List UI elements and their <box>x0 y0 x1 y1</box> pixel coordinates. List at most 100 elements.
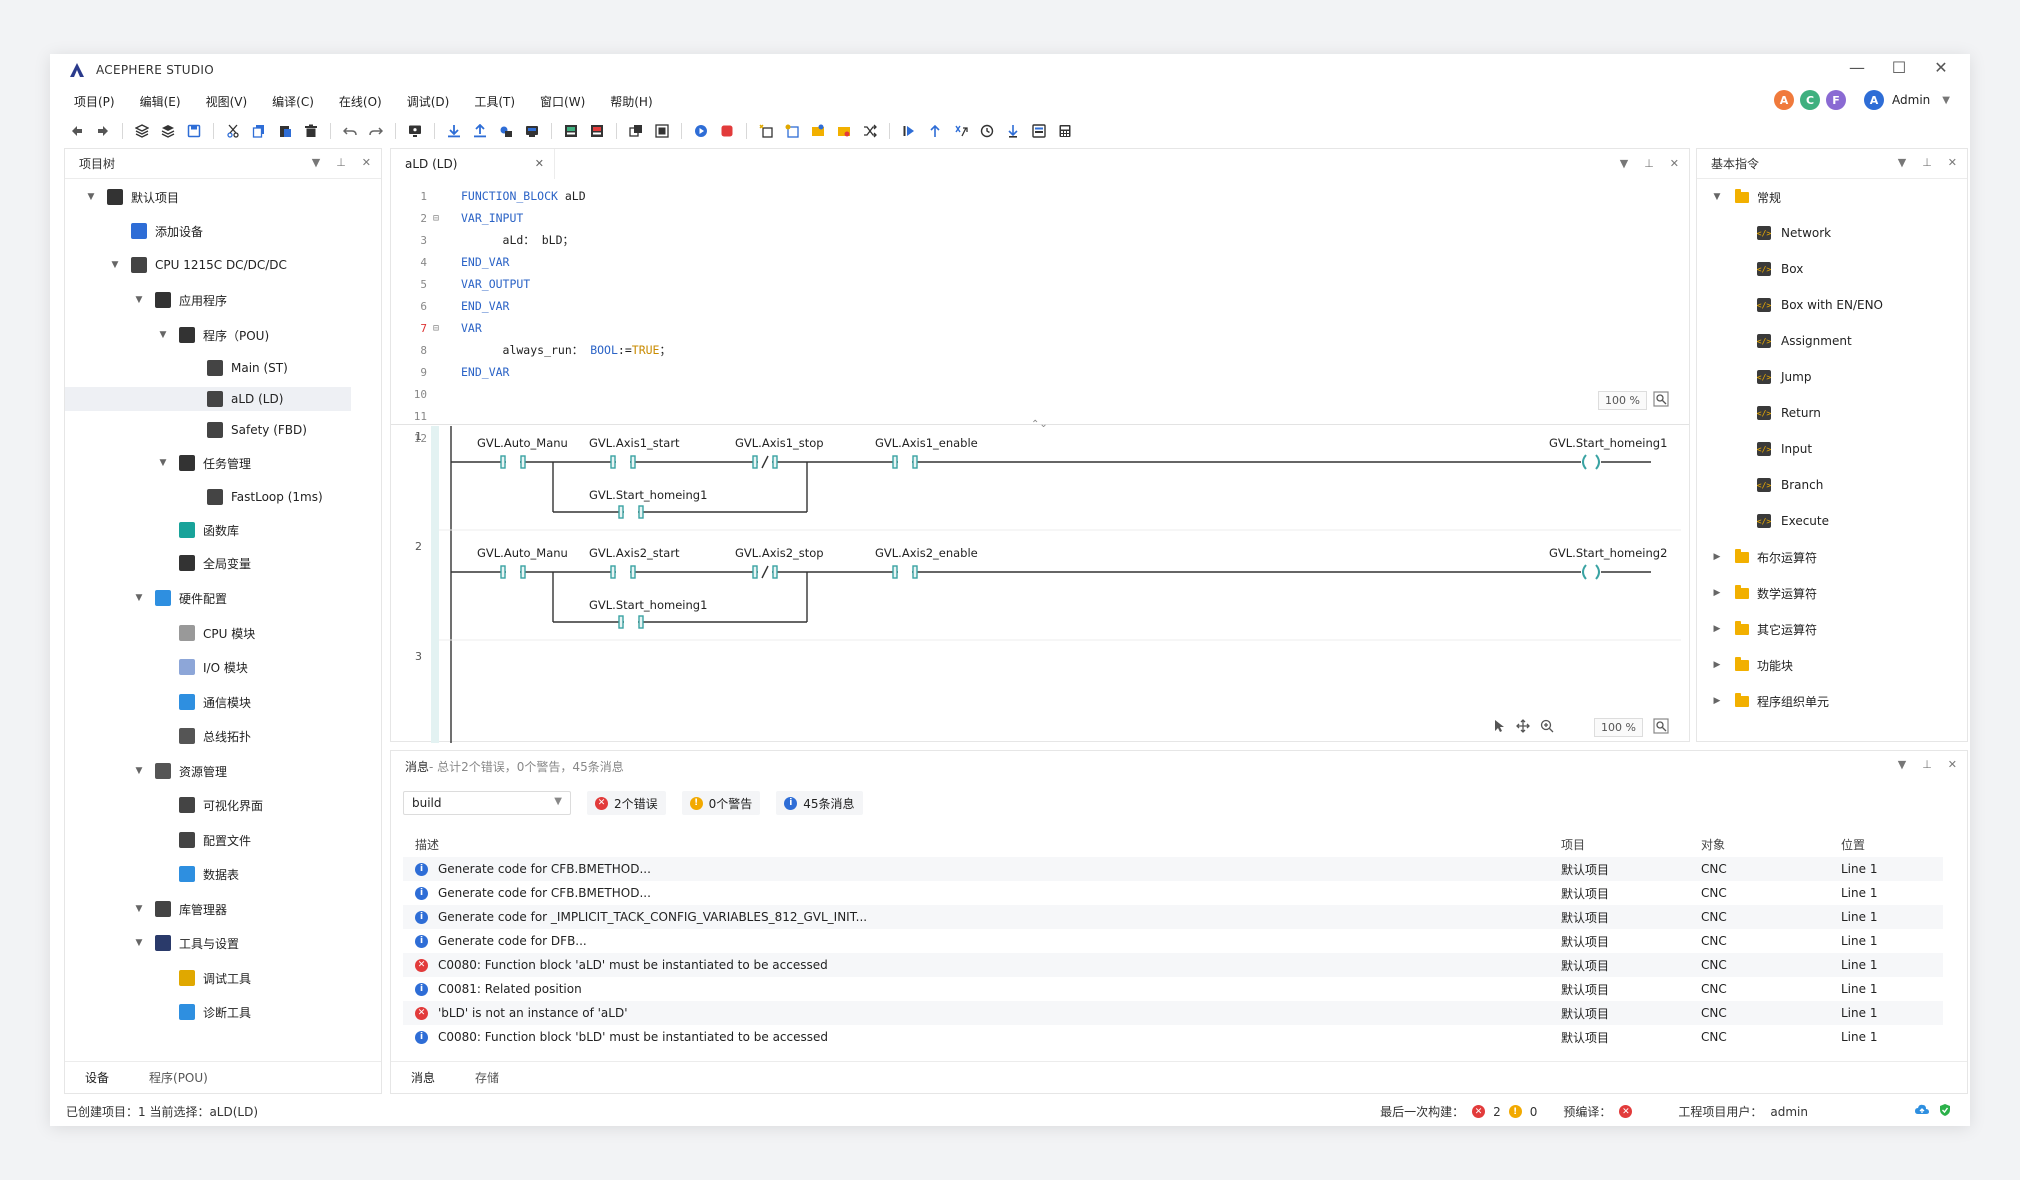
branch-contact-label[interactable]: GVL.Start_homeing1 <box>589 598 707 612</box>
precompile-error-icon[interactable]: ✕ <box>1619 1105 1633 1118</box>
tree-item[interactable]: ▼ 任务管理 <box>65 451 251 475</box>
contact-label[interactable]: GVL.Axis1_stop <box>735 436 824 450</box>
declaration-editor[interactable]: 100 % 1 FUNCTION_BLOCK aLD 2 ⊟ VAR_INPUT 3 aL… <box>391 179 1689 445</box>
delete-icon[interactable] <box>298 119 324 143</box>
expand-arrow-icon[interactable]: ▼ <box>133 904 145 914</box>
expand-arrow-icon[interactable]: ▼ <box>133 593 145 603</box>
instruction-group[interactable]: ▶ 程序组织单元 <box>1711 689 1829 713</box>
no-contact[interactable] <box>610 455 636 469</box>
no-contact[interactable] <box>892 565 918 579</box>
contact-label[interactable]: GVL.Axis1_enable <box>875 436 978 450</box>
nc-contact[interactable] <box>752 565 778 579</box>
instruction-item[interactable]: </> Box <box>1757 257 1803 281</box>
current-user-name[interactable]: Admin <box>1892 93 1930 107</box>
no-contact[interactable] <box>500 565 526 579</box>
instruction-item[interactable]: </> Network <box>1757 221 1831 245</box>
login-icon[interactable] <box>623 119 649 143</box>
errors-filter-button[interactable]: ✕ 2个错误 <box>587 791 666 815</box>
expand-arrow-icon[interactable]: ▼ <box>109 260 121 270</box>
contact-label[interactable]: GVL.Auto_Manu <box>477 436 568 450</box>
device-scan-icon[interactable] <box>519 119 545 143</box>
menu-project[interactable]: 项目(P) <box>74 93 115 110</box>
coil-label[interactable]: GVL.Start_homeing1 <box>1549 436 1667 450</box>
no-contact[interactable] <box>892 455 918 469</box>
expand-arrow-icon[interactable]: ▶ <box>1711 552 1723 562</box>
tree-item[interactable]: Main (ST) <box>65 356 288 380</box>
warnings-filter-button[interactable]: ! 0个警告 <box>681 791 761 815</box>
expand-arrow-icon[interactable]: ▼ <box>133 295 145 305</box>
close-icon[interactable]: ✕ <box>1948 758 1957 771</box>
tab-messages[interactable]: 消息 <box>391 1069 455 1086</box>
column-position[interactable]: 位置 <box>1841 836 1941 853</box>
expand-arrow-icon[interactable]: ▼ <box>157 458 169 468</box>
paste-icon[interactable] <box>272 119 298 143</box>
menu-online[interactable]: 在线(O) <box>339 93 382 110</box>
expand-arrow-icon[interactable]: ▶ <box>1711 624 1723 634</box>
tree-item[interactable]: ▼ 工具与设置 <box>65 931 239 955</box>
table-row[interactable]: i C0081: Related position 默认项目 CNC Line 1 <box>403 977 1943 1001</box>
menu-compile[interactable]: 编译(C) <box>272 93 314 110</box>
expand-arrow-icon[interactable]: ▶ <box>1711 660 1723 670</box>
tree-item[interactable]: ▼ 默认项目 <box>65 185 179 209</box>
download-icon[interactable] <box>441 119 467 143</box>
close-tab-icon[interactable]: ✕ <box>535 157 544 170</box>
logout-icon[interactable] <box>649 119 675 143</box>
table-row[interactable]: i Generate code for CFB.BMETHOD... 默认项目 CNC… <box>403 881 1943 905</box>
breakpoint-icon[interactable] <box>753 119 779 143</box>
column-object[interactable]: 对象 <box>1701 836 1841 853</box>
current-user-avatar[interactable]: A <box>1864 90 1885 110</box>
instruction-item[interactable]: </> Return <box>1757 401 1821 425</box>
expand-arrow-icon[interactable]: ▼ <box>157 330 169 340</box>
chevron-down-icon[interactable]: ▼ <box>312 156 320 169</box>
tree-item[interactable]: 诊断工具 <box>65 1000 251 1024</box>
close-icon[interactable]: ✕ <box>1948 156 1957 169</box>
table-row[interactable]: i Generate code for _IMPLICIT_TACK_CONFIG… <box>403 905 1943 929</box>
pin-icon[interactable]: ⊥ <box>1922 758 1932 771</box>
rung-number[interactable]: 3 <box>415 650 422 663</box>
rung-number[interactable]: 1 <box>415 430 422 443</box>
tree-item[interactable]: 数据表 <box>65 862 239 886</box>
code-line[interactable]: 6 END_VAR <box>391 295 1689 317</box>
compile-icon[interactable] <box>558 119 584 143</box>
step-start-icon[interactable] <box>896 119 922 143</box>
no-contact[interactable] <box>618 505 644 519</box>
code-line[interactable]: 7 ⊟ VAR <box>391 317 1689 339</box>
tab-pou[interactable]: 程序(POU) <box>129 1069 228 1086</box>
code-line[interactable]: 5 VAR_OUTPUT <box>391 273 1689 295</box>
instruction-group[interactable]: ▶ 布尔运算符 <box>1711 545 1817 569</box>
code-line[interactable]: 2 ⊟ VAR_INPUT <box>391 207 1689 229</box>
pointer-tool-icon[interactable] <box>1492 719 1506 736</box>
device-config-icon[interactable] <box>1026 119 1052 143</box>
cloud-sync-icon[interactable] <box>1914 1103 1930 1120</box>
cut-icon[interactable] <box>220 119 246 143</box>
tree-item[interactable]: Safety (FBD) <box>65 418 307 442</box>
expand-arrow-icon[interactable]: ▼ <box>133 938 145 948</box>
code-line[interactable]: 10 <box>391 383 1689 405</box>
table-row[interactable]: ✕ C0080: Function block 'aLD' must be ins… <box>403 953 1943 977</box>
security-shield-icon[interactable] <box>1938 1103 1952 1120</box>
tree-item[interactable]: FastLoop (1ms) <box>65 485 323 509</box>
upload-icon[interactable] <box>467 119 493 143</box>
ladder-diagram[interactable]: 100 % 1 GVL.Auto_Manu GVL.Axis1_start GVL.A… <box>391 426 1689 743</box>
fold-toggle-icon[interactable]: ⊟ <box>427 323 445 334</box>
close-icon[interactable]: ✕ <box>362 156 371 169</box>
expand-arrow-icon[interactable]: ▼ <box>133 766 145 776</box>
fold-toggle-icon[interactable]: ⊟ <box>427 213 445 224</box>
instruction-item[interactable]: </> Jump <box>1757 365 1811 389</box>
toggle-breakpoint-icon[interactable] <box>779 119 805 143</box>
redo-icon[interactable] <box>363 119 389 143</box>
close-button[interactable]: ✕ <box>1932 58 1950 77</box>
collaborator-avatar[interactable]: C <box>1800 90 1821 110</box>
infos-filter-button[interactable]: i 45条消息 <box>776 791 863 815</box>
table-row[interactable]: i Generate code for CFB.BMETHOD... 默认项目 CNC… <box>403 857 1943 881</box>
branch-contact-label[interactable]: GVL.Start_homeing1 <box>589 488 707 502</box>
calculator-icon[interactable] <box>1052 119 1078 143</box>
tree-item[interactable]: 添加设备 <box>65 219 203 243</box>
instruction-item[interactable]: </> Input <box>1757 437 1812 461</box>
force-value-icon[interactable] <box>831 119 857 143</box>
contact-label[interactable]: GVL.Axis2_start <box>589 546 680 560</box>
zoom-fit-icon[interactable] <box>1653 718 1669 737</box>
no-contact[interactable] <box>500 455 526 469</box>
tree-item[interactable]: 全局变量 <box>65 551 251 575</box>
chevron-down-icon[interactable]: ▼ <box>1898 758 1906 771</box>
